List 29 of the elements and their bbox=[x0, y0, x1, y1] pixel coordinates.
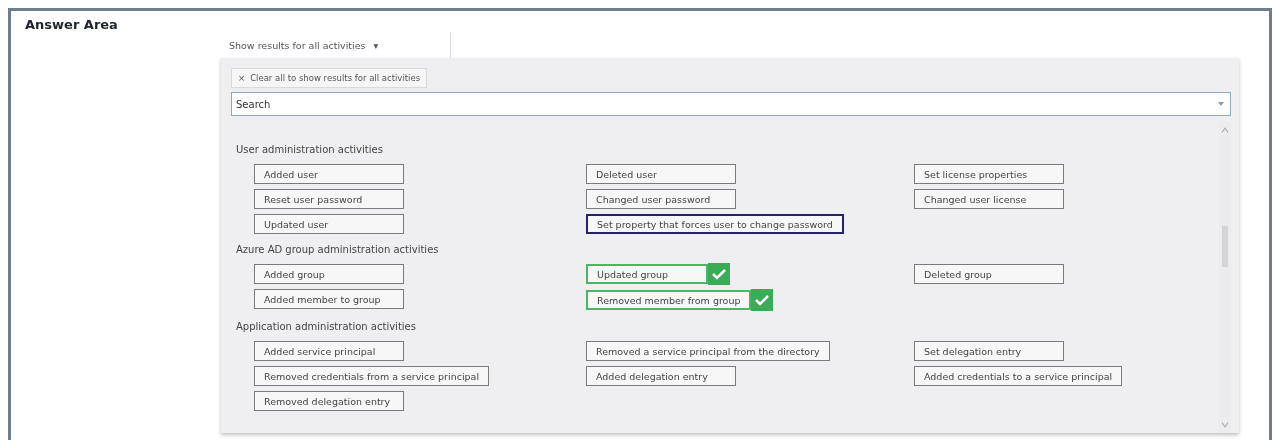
section-heading: User administration activities bbox=[236, 142, 384, 157]
section-heading: Application administration activities bbox=[236, 319, 417, 334]
activity-option[interactable]: Added user bbox=[254, 164, 404, 184]
clear-all-chip[interactable]: × Clear all to show results for all activities bbox=[231, 68, 428, 88]
activity-option[interactable]: Set delegation entry bbox=[914, 341, 1064, 361]
section-heading: Azure AD group administration activities bbox=[236, 242, 440, 257]
activity-option[interactable]: Changed user license bbox=[914, 189, 1064, 209]
activity-option[interactable]: Added service principal bbox=[254, 341, 404, 361]
activity-option[interactable]: Removed credentials from a service principal bbox=[254, 366, 490, 386]
check-icon bbox=[708, 263, 730, 285]
activity-option[interactable]: Added delegation entry bbox=[586, 366, 736, 386]
answer-area-title: Answer Area bbox=[25, 17, 119, 32]
activity-option[interactable]: Added group bbox=[254, 264, 404, 284]
activity-option[interactable]: Deleted user bbox=[586, 164, 736, 184]
activity-option[interactable]: Updated user bbox=[254, 214, 404, 234]
activity-option[interactable]: Removed a service principal from the directory bbox=[586, 341, 830, 361]
caret-icon[interactable] bbox=[1217, 100, 1225, 108]
activity-option[interactable]: Reset user password bbox=[254, 189, 404, 209]
activity-option[interactable]: Set property that forces user to change password bbox=[586, 214, 844, 234]
activity-option[interactable]: Added credentials to a service principal bbox=[914, 366, 1123, 386]
activity-option[interactable]: Changed user password bbox=[586, 189, 736, 209]
activity-option[interactable]: Deleted group bbox=[914, 264, 1064, 284]
search-field[interactable]: Search bbox=[231, 92, 1231, 116]
activity-option[interactable]: Updated group bbox=[586, 264, 708, 284]
activity-option[interactable]: Added member to group bbox=[254, 289, 404, 309]
check-icon bbox=[751, 289, 774, 311]
activity-option[interactable]: Set license properties bbox=[914, 164, 1064, 184]
activity-option[interactable]: Removed member from group bbox=[586, 290, 752, 310]
activity-option[interactable]: Removed delegation entry bbox=[254, 391, 404, 411]
